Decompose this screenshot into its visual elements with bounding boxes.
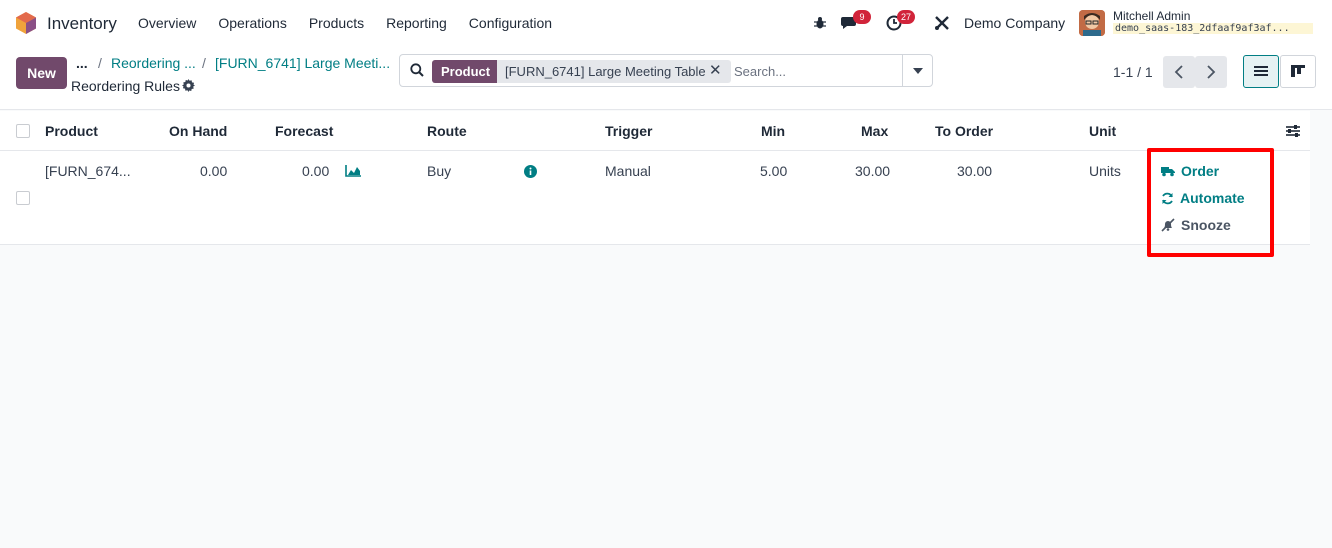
menu-products[interactable]: Products [309, 15, 364, 31]
avatar[interactable] [1079, 10, 1105, 36]
cell-on-hand: 0.00 [200, 163, 228, 179]
column-max[interactable]: Max [861, 123, 888, 139]
chevron-right-icon [1207, 65, 1216, 79]
tools-icon[interactable] [934, 15, 950, 31]
company-switcher[interactable]: Demo Company [964, 15, 1065, 31]
top-navbar: Inventory Overview Operations Products R… [0, 0, 1332, 46]
list-view-button[interactable] [1243, 55, 1279, 88]
app-logo-icon[interactable] [16, 12, 36, 34]
remove-facet-icon[interactable]: ✕ [709, 61, 722, 79]
database-name: demo_saas-183_2dfaaf9af3af... [1113, 23, 1313, 34]
activities-badge: 27 [897, 10, 916, 24]
cell-route[interactable]: Buy [427, 163, 451, 179]
search-icon[interactable] [410, 63, 424, 77]
control-panel: New ... / Reordering ... / [FURN_6741] L… [0, 46, 1332, 110]
breadcrumb-more[interactable]: ... [76, 55, 88, 71]
cell-product[interactable]: [FURN_674... [45, 163, 131, 179]
list-view-icon [1254, 66, 1268, 76]
column-route[interactable]: Route [427, 123, 467, 139]
graph-icon[interactable] [345, 165, 361, 177]
search-facet-label: Product [432, 60, 500, 83]
kanban-view-button[interactable] [1280, 55, 1316, 88]
cell-max[interactable]: 30.00 [855, 163, 890, 179]
search-options-toggle[interactable] [902, 55, 932, 86]
search-input[interactable] [734, 60, 894, 83]
gear-icon[interactable] [182, 79, 195, 92]
search-bar: Product [FURN_6741] Large Meeting Table … [399, 54, 933, 87]
messages-badge: 9 [853, 10, 871, 24]
optional-columns-icon[interactable] [1285, 124, 1301, 138]
main-menu: Overview Operations Products Reporting C… [138, 15, 574, 31]
highlight-box [1147, 148, 1274, 257]
breadcrumb-separator: / [98, 55, 102, 71]
page-title: Reordering Rules [71, 78, 180, 94]
app-name[interactable]: Inventory [47, 14, 117, 34]
column-to-order[interactable]: To Order [935, 123, 993, 139]
pager-value[interactable]: 1-1 / 1 [1113, 64, 1153, 80]
menu-overview[interactable]: Overview [138, 15, 196, 31]
column-unit[interactable]: Unit [1089, 123, 1116, 139]
breadcrumb-separator: / [202, 55, 206, 71]
column-on-hand[interactable]: On Hand [169, 123, 227, 139]
pager-previous-button[interactable] [1163, 56, 1195, 88]
reordering-rules-list: Product On Hand Forecast Route Trigger M… [0, 111, 1310, 245]
cell-forecast: 0.00 [302, 163, 330, 179]
menu-configuration[interactable]: Configuration [469, 15, 552, 31]
menu-reporting[interactable]: Reporting [386, 15, 447, 31]
cell-unit: Units [1089, 163, 1121, 179]
breadcrumb-reordering[interactable]: Reordering ... [111, 55, 196, 71]
column-min[interactable]: Min [761, 123, 785, 139]
menu-operations[interactable]: Operations [218, 15, 286, 31]
new-button[interactable]: New [16, 57, 67, 89]
kanban-view-icon [1291, 65, 1305, 77]
info-icon[interactable] [524, 165, 537, 178]
chevron-left-icon [1174, 65, 1183, 79]
cell-trigger[interactable]: Manual [605, 163, 651, 179]
cell-to-order[interactable]: 30.00 [957, 163, 992, 179]
select-all-checkbox[interactable] [16, 124, 30, 138]
column-forecast[interactable]: Forecast [275, 123, 333, 139]
breadcrumb-product[interactable]: [FURN_6741] Large Meeti... [215, 55, 390, 71]
search-facet-value: [FURN_6741] Large Meeting Table [497, 60, 731, 83]
table-header: Product On Hand Forecast Route Trigger M… [0, 111, 1310, 151]
avatar-icon [1079, 10, 1105, 36]
column-trigger[interactable]: Trigger [605, 123, 652, 139]
pager-next-button[interactable] [1195, 56, 1227, 88]
bug-icon[interactable] [813, 16, 827, 30]
cell-min[interactable]: 5.00 [760, 163, 787, 179]
user-name[interactable]: Mitchell Admin [1113, 9, 1190, 23]
column-product[interactable]: Product [45, 123, 98, 139]
row-checkbox[interactable] [16, 191, 30, 205]
